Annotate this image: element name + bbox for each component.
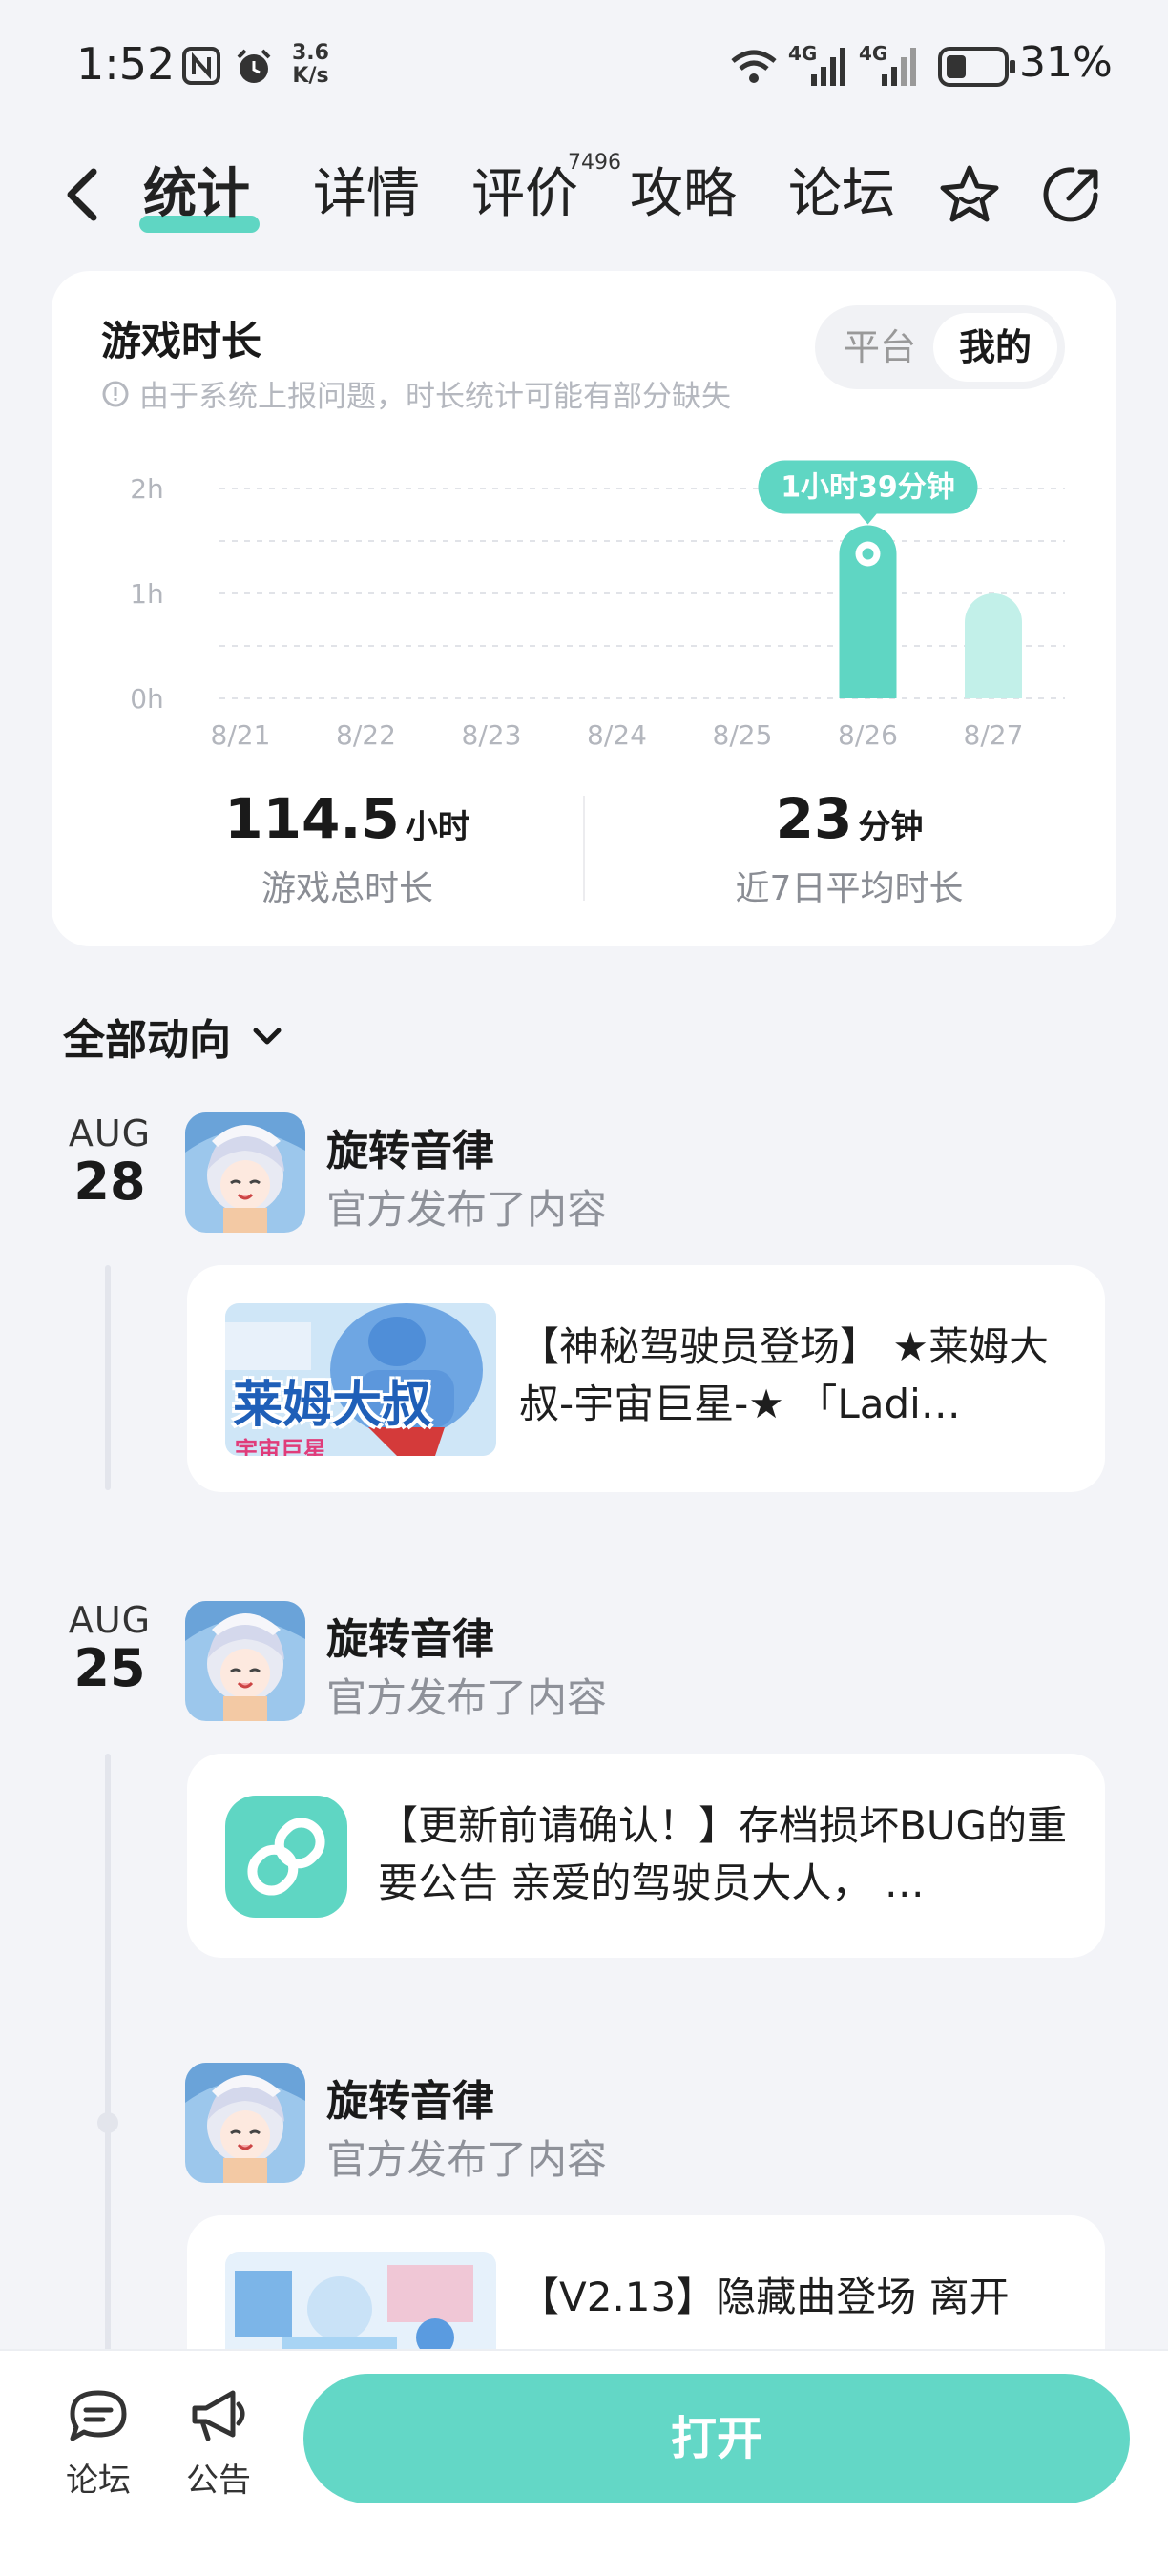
tab-forum[interactable]: 论坛 <box>788 160 895 229</box>
post-month: AUG <box>68 1112 152 1154</box>
total-playtime-unit: 小时 <box>405 808 470 846</box>
thumb-subtitle: 宇宙巨星 <box>235 1437 326 1456</box>
top-nav: 统计 详情 评价 7496 攻略 论坛 <box>0 143 1168 248</box>
post-card[interactable]: 【V2.13】隐藏曲登场 离开 <box>187 2215 1105 2349</box>
chart-bar <box>965 593 1022 698</box>
playtime-chart: 0h 1h 2h 8/21 8/22 8/23 8/24 8/25 8/26 1小时39分钟 8/2… <box>130 460 1065 751</box>
forum-label: 论坛 <box>66 2462 131 2500</box>
toggle-mine[interactable]: 我的 <box>933 313 1057 382</box>
avg-playtime-label: 近7日平均时长 <box>735 869 964 908</box>
tooltip-pointer <box>858 512 878 525</box>
battery-icon <box>938 47 1015 87</box>
notice-label: 公告 <box>186 2462 251 2500</box>
total-playtime-label: 游戏总时长 <box>261 869 433 908</box>
feed-filter-dropdown[interactable]: 全部动向 <box>63 1006 286 1067</box>
x-tick-label: 8/24 <box>587 719 647 751</box>
wifi-icon <box>731 50 777 83</box>
post-card[interactable]: 莱姆大叔 宇宙巨星 【神秘驾驶员登场】 ★莱姆大叔-宇宙巨星-★ 「Ladi… <box>187 1265 1105 1492</box>
x-tick-label: 8/27 <box>964 719 1024 751</box>
chevron-down-icon <box>253 1028 282 1045</box>
tab-stats[interactable]: 统计 <box>143 160 250 229</box>
post-date: AUG 25 <box>38 1599 181 1696</box>
forum-button[interactable]: 论坛 <box>46 2385 151 2501</box>
y-tick-label: 2h <box>130 473 164 505</box>
share-icon[interactable] <box>1038 160 1107 229</box>
bar-marker-dot <box>862 548 874 560</box>
poster-action: 官方发布了内容 <box>326 2136 608 2183</box>
x-tick-label: 8/21 <box>211 719 271 751</box>
status-time: 1:52 <box>76 38 176 90</box>
game-avatar[interactable] <box>185 1112 305 1233</box>
timeline-line <box>105 1754 111 2355</box>
stats-divider <box>583 796 585 901</box>
playtime-card: 游戏时长 由于系统上报问题，时长统计可能有部分缺失 平台 我的 0h 1h 2h 8/… <box>52 271 1116 946</box>
bottom-action-bar: 论坛 公告 打开 <box>0 2349 1168 2576</box>
x-tick-label: 8/22 <box>336 719 396 751</box>
post-thumbnail: 莱姆大叔 宇宙巨星 <box>225 1303 496 1456</box>
notice-button[interactable]: 公告 <box>166 2385 271 2501</box>
post-thumbnail <box>225 2252 496 2349</box>
total-playtime: 114.5 小时 游戏总时长 <box>90 786 605 910</box>
nfc-icon <box>182 47 220 85</box>
avg-playtime: 23 分钟 近7日平均时长 <box>592 786 1107 910</box>
game-avatar[interactable] <box>185 2063 305 2183</box>
platform-mine-toggle: 平台 我的 <box>815 305 1065 389</box>
thumb-title: 莱姆大叔 <box>233 1377 432 1434</box>
card-note: 由于系统上报问题，时长统计可能有部分缺失 <box>101 372 731 415</box>
net-speed: 3.6 K/s <box>292 41 329 88</box>
star-icon[interactable] <box>935 160 1004 229</box>
status-bar: 1:52 3.6 K/s 4G 4G 31% <box>0 0 1168 134</box>
poster-action: 官方发布了内容 <box>326 1186 608 1233</box>
info-icon <box>102 381 129 406</box>
battery-percent: 31% <box>1019 38 1113 87</box>
feed-filter-label: 全部动向 <box>63 1016 231 1065</box>
post-day: 28 <box>73 1152 146 1212</box>
megaphone-icon <box>192 2390 245 2441</box>
tab-details[interactable]: 详情 <box>313 160 420 229</box>
signal-icon-2: 4G <box>859 42 920 88</box>
open-game-button[interactable]: 打开 <box>303 2374 1130 2503</box>
toggle-platform[interactable]: 平台 <box>832 313 928 382</box>
card-note-text: 由于系统上报问题，时长统计可能有部分缺失 <box>139 380 731 414</box>
x-tick-label: 8/25 <box>713 719 773 751</box>
y-tick-label: 1h <box>130 578 164 610</box>
timeline-line <box>105 1265 111 1490</box>
link-icon <box>225 1796 347 1918</box>
forum-icon <box>70 2390 127 2441</box>
poster-action: 官方发布了内容 <box>326 1674 608 1721</box>
timeline-dot <box>97 2112 118 2133</box>
tab-reviews[interactable]: 评价 <box>471 160 578 229</box>
post-card[interactable]: 【更新前请确认！】存档损坏BUG的重要公告 亲爱的驾驶员大人， … <box>187 1754 1105 1958</box>
poster-name[interactable]: 旋转音律 <box>326 1116 494 1177</box>
x-tick-label: 8/23 <box>462 719 522 751</box>
poster-name[interactable]: 旋转音律 <box>326 1605 494 1666</box>
poster-name[interactable]: 旋转音律 <box>326 2067 494 2128</box>
avg-playtime-unit: 分钟 <box>858 808 924 846</box>
x-tick-label: 8/26 <box>838 719 898 751</box>
avg-playtime-value: 23 <box>775 786 853 851</box>
post-day: 25 <box>73 1638 146 1698</box>
stats-summary: 114.5 小时 游戏总时长 23 分钟 近7日平均时长 <box>52 786 1116 920</box>
tooltip-label: 1小时39分钟 <box>781 471 955 505</box>
signal-icon-1: 4G <box>788 42 849 88</box>
card-title: 游戏时长 <box>101 318 262 364</box>
post-text: 【V2.13】隐藏曲登场 离开 <box>519 2274 1010 2320</box>
game-avatar[interactable] <box>185 1601 305 1721</box>
y-tick-label: 0h <box>130 683 164 715</box>
post-text: 【更新前请确认！】存档损坏BUG的重要公告 亲爱的驾驶员大人， … <box>378 1802 1068 1906</box>
review-count-badge: 7496 <box>568 151 621 175</box>
post-text: 【神秘驾驶员登场】 ★莱姆大叔-宇宙巨星-★ 「Ladi… <box>519 1323 1050 1427</box>
tab-guides[interactable]: 攻略 <box>630 160 737 229</box>
post-month: AUG <box>68 1599 152 1641</box>
total-playtime-value: 114.5 <box>224 786 400 851</box>
back-icon[interactable] <box>59 166 107 223</box>
alarm-icon <box>237 49 271 83</box>
post-date: AUG 28 <box>38 1112 181 1210</box>
